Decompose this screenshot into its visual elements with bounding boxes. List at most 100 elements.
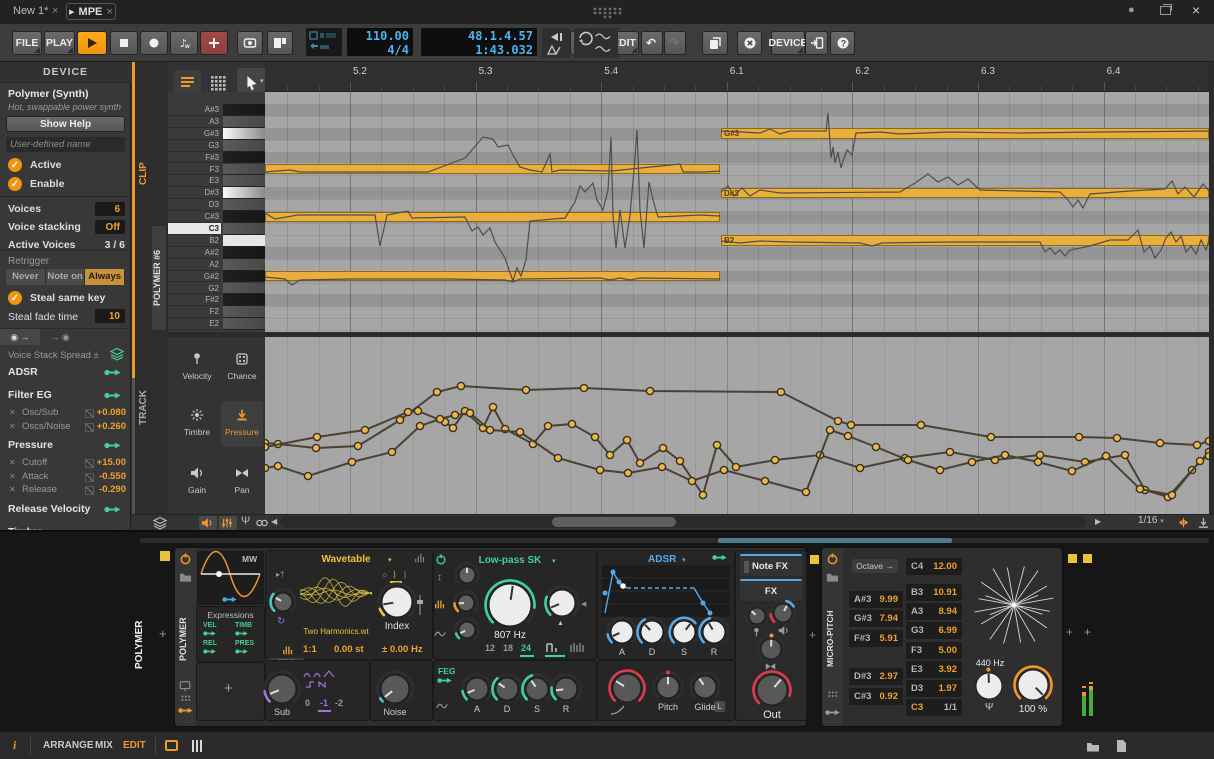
retrigger-option-never[interactable]: Never (6, 269, 46, 285)
swap-icon[interactable] (1141, 739, 1155, 753)
pressure-point[interactable] (761, 477, 768, 484)
view-tab-edit[interactable]: EDIT (123, 740, 146, 751)
filter-comb-icon[interactable] (434, 598, 446, 610)
piano-key[interactable] (223, 235, 265, 247)
inspector-row-value[interactable]: Off (95, 220, 125, 234)
view-tab-arrange[interactable]: ARRANGE (43, 740, 94, 751)
micropitch-note-cell[interactable]: C412.00 (906, 558, 962, 575)
pressure-point[interactable] (354, 442, 361, 449)
mod-amount-value[interactable]: -0.550 (96, 471, 126, 482)
pressure-point[interactable] (904, 456, 911, 463)
micropitch-ref-knob[interactable] (969, 666, 1009, 706)
piano-key[interactable] (223, 294, 265, 306)
file-icon[interactable] (1114, 739, 1128, 753)
pressure-point[interactable] (624, 469, 631, 476)
next-icon[interactable]: ▶ (1095, 517, 1101, 526)
pressure-point[interactable] (596, 466, 603, 473)
mod-amount-value[interactable]: -0.290 (96, 484, 126, 495)
clip-item-tab[interactable]: POLYMER #6 (151, 225, 167, 331)
mod-curve-icon[interactable] (85, 473, 94, 482)
pressure-point[interactable] (522, 386, 529, 393)
duplicate-button[interactable] (702, 31, 728, 55)
tempo-display[interactable]: 110.00 4/4 (347, 28, 413, 56)
stop-button[interactable] (110, 31, 138, 55)
note-audition-button[interactable] (199, 516, 217, 530)
insert-button[interactable] (805, 31, 828, 55)
pressure-point[interactable] (489, 403, 496, 410)
add-fx-plus[interactable]: + (1066, 625, 1073, 639)
osc-visualizer-icon[interactable] (414, 552, 426, 564)
pressure-point[interactable] (312, 444, 319, 451)
filter-mode-lowpass-icon[interactable] (545, 640, 561, 654)
mod-curve-icon[interactable] (85, 409, 94, 418)
help-button[interactable]: ? (830, 31, 855, 55)
pressure-point[interactable] (623, 436, 630, 443)
track-name-vertical[interactable]: POLYMER (134, 600, 150, 690)
osc-unison-spread-icon[interactable] (282, 644, 294, 656)
minimize-icon[interactable]: ● (1128, 4, 1135, 16)
mod-amount-value[interactable]: +15.00 (96, 457, 126, 468)
mod-amount-value[interactable]: +0.080 (96, 407, 126, 418)
pressure-point[interactable] (348, 458, 355, 465)
osc-shape-knob[interactable] (267, 586, 299, 618)
micropitch-note-cell[interactable]: G#37.94 (849, 610, 903, 627)
sub-octave-option[interactable]: -2 (335, 698, 343, 708)
pressure-point[interactable] (568, 420, 575, 427)
piano-key[interactable] (223, 271, 265, 283)
pressure-point[interactable] (917, 421, 924, 428)
info-icon[interactable]: i (13, 738, 16, 753)
micropitch-note-cell[interactable]: C31/1 (906, 699, 962, 716)
piano-key[interactable] (223, 283, 265, 295)
mod-target-row[interactable]: ✕Attack-0.550 (0, 471, 131, 484)
pressure-point[interactable] (1196, 457, 1203, 464)
position-display[interactable]: 48.1.4.57 1:43.032 (421, 28, 537, 56)
micropitch-value[interactable]: 7.94 (880, 613, 899, 624)
record-button[interactable] (140, 31, 168, 55)
pressure-point[interactable] (265, 443, 269, 450)
device-scroll-thumb[interactable] (718, 538, 952, 543)
micropitch-power-icon[interactable] (826, 552, 839, 565)
overdub-button[interactable]: ♪w (170, 31, 198, 55)
device-scroll-track[interactable] (140, 538, 1209, 543)
adsr-envelope-display[interactable] (602, 565, 730, 617)
micropitch-preset-icon[interactable] (826, 570, 839, 583)
pressure-point[interactable] (699, 491, 706, 498)
filter-shape-icon[interactable] (434, 628, 446, 640)
pressure-point[interactable] (1205, 452, 1209, 459)
filter-fm-icon[interactable]: ↕ (437, 572, 442, 583)
pressure-point[interactable] (777, 388, 784, 395)
piano-key[interactable] (223, 187, 265, 199)
pressure-point[interactable] (676, 457, 683, 464)
piano-key[interactable] (223, 104, 265, 116)
piano-key[interactable] (223, 247, 265, 259)
pressure-point[interactable] (580, 384, 587, 391)
expression-tab-pan[interactable]: Pan (221, 459, 263, 505)
osc-unison-value[interactable]: 1:1 (303, 644, 317, 655)
add-device-button[interactable]: + (159, 626, 167, 641)
filter-resonance-knob[interactable] (542, 583, 582, 623)
pressure-point[interactable] (414, 407, 421, 414)
single-icon[interactable]: | (404, 570, 406, 579)
pressure-point[interactable] (554, 454, 561, 461)
pressure-point[interactable] (404, 408, 411, 415)
snap-toggle-icon[interactable] (1177, 516, 1190, 529)
adsr-decay-knob[interactable] (634, 614, 670, 650)
sub-octave-option[interactable]: -1 (320, 698, 328, 708)
chain-end-square[interactable] (1068, 554, 1077, 563)
audio-events-layer-icon[interactable] (153, 516, 167, 530)
pressure-point[interactable] (847, 421, 854, 428)
pressure-point[interactable] (1102, 452, 1109, 459)
micropitch-note-cell[interactable]: A38.94 (906, 603, 962, 620)
notefx-pan-knob[interactable] (754, 632, 788, 666)
pressure-point[interactable] (713, 441, 720, 448)
pressure-point[interactable] (636, 459, 643, 466)
filter-slope-option[interactable]: 18 (503, 643, 513, 653)
mixer-columns-icon[interactable] (190, 739, 204, 753)
pressure-point[interactable] (826, 426, 833, 433)
filter-slope-option[interactable]: 12 (485, 643, 495, 653)
transport-mode-icons[interactable] (306, 28, 342, 56)
piano-key[interactable] (223, 199, 265, 211)
file-button[interactable]: FILE (12, 31, 42, 55)
show-help-button[interactable]: Show Help (6, 116, 125, 132)
filter-keytrack-knob[interactable] (452, 560, 482, 590)
